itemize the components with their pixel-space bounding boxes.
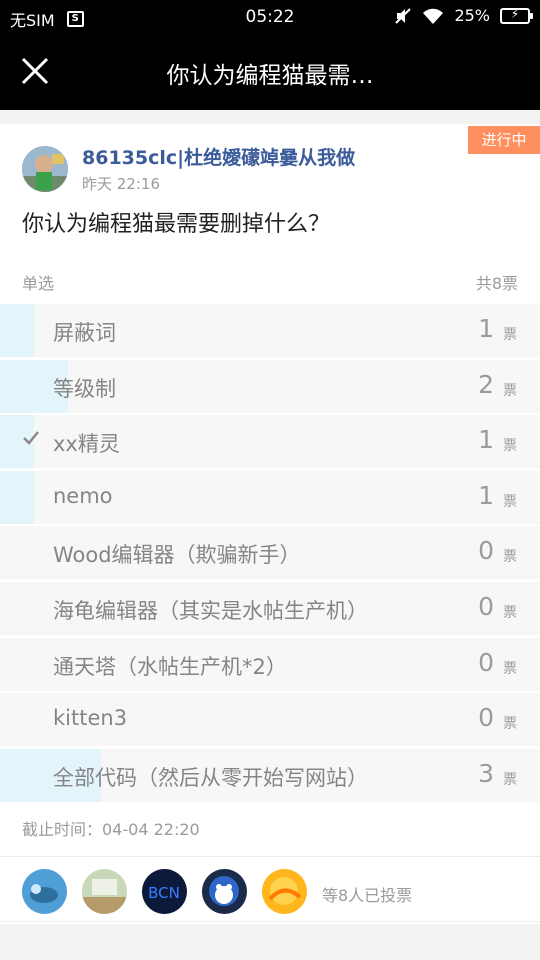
voter-avatar[interactable]	[262, 869, 307, 914]
option-label: xx精灵	[53, 432, 120, 457]
status-bar: 无SIM S 05:22 25% ⚡	[0, 0, 540, 36]
option-label: kitten3	[53, 706, 128, 731]
checkmark-icon	[23, 431, 39, 446]
poll-options: 屏蔽词 1 票等级制 2 票 xx精灵 1 票 nemo 1 票 Wood编辑器（欺骗新手） 0 票海龟编…	[0, 304, 540, 804]
option-label: Wood编辑器（欺骗新手）	[53, 543, 301, 568]
poll-option[interactable]: 等级制 2 票	[0, 359, 540, 413]
vote-share-bar	[0, 304, 34, 357]
divider	[0, 921, 540, 922]
option-vote-count: 1	[478, 425, 494, 455]
option-vote-count: 0	[478, 703, 494, 733]
deadline: 截止时间：04-04 22:20	[22, 820, 200, 839]
vote-unit: 票	[503, 382, 517, 399]
poll-option[interactable]: 通天塔（水帖生产机*2） 0 票	[0, 637, 540, 691]
poll-option[interactable]: 海龟编辑器（其实是水帖生产机） 0 票	[0, 581, 540, 635]
total-votes: 共8票	[475, 274, 518, 293]
nav-bar: 你认为编程猫最需…	[0, 36, 540, 110]
option-vote-count: 0	[478, 647, 494, 677]
mute-icon	[395, 7, 412, 24]
poll-option[interactable]: 屏蔽词 1 票	[0, 304, 540, 357]
poll-option[interactable]: Wood编辑器（欺骗新手） 0 票	[0, 526, 540, 580]
option-label: 屏蔽词	[53, 321, 116, 345]
author-avatar[interactable]	[22, 146, 68, 192]
voters-summary: 等8人已投票	[322, 886, 413, 905]
vote-unit: 票	[503, 438, 517, 455]
option-vote-count: 0	[478, 536, 494, 566]
voter-avatar[interactable]	[82, 869, 127, 914]
option-vote-count: 1	[478, 314, 494, 343]
close-icon[interactable]	[20, 56, 50, 86]
poll-option[interactable]: kitten3 0 票	[0, 693, 540, 747]
option-label: 通天塔（水帖生产机*2）	[53, 654, 287, 679]
voter-avatars[interactable]: BCN	[22, 869, 307, 914]
option-label: 海龟编辑器（其实是水帖生产机）	[53, 598, 368, 623]
battery-percent: 25%	[454, 6, 490, 25]
page-title: 你认为编程猫最需…	[166, 63, 374, 89]
option-vote-count: 1	[478, 480, 494, 510]
vote-unit: 票	[503, 493, 517, 510]
voter-avatar[interactable]	[202, 869, 247, 914]
vote-unit: 票	[503, 771, 517, 788]
vote-unit: 票	[503, 660, 517, 677]
vote-share-bar	[0, 470, 34, 524]
author-name[interactable]: 86135clc|杜绝嬡礞竨嘦从我做	[82, 143, 355, 170]
option-label: 等级制	[53, 376, 116, 401]
divider	[0, 856, 540, 857]
option-vote-count: 2	[478, 369, 494, 399]
option-vote-count: 0	[478, 591, 494, 621]
poll-type: 单选	[22, 274, 55, 293]
vote-unit: 票	[503, 327, 517, 343]
vote-unit: 票	[503, 604, 517, 621]
vote-unit: 票	[503, 549, 517, 566]
status-right: 25% ⚡	[394, 6, 533, 25]
status-badge: 进行中	[468, 126, 540, 154]
poll-card: 进行中 86135clc|杜绝嬡礞竨嘦从我做 昨天 22:16 你认为编程猫最需…	[0, 124, 540, 924]
poll-question: 你认为编程猫最需要删掉什么？	[22, 212, 331, 237]
voter-avatar[interactable]	[22, 869, 67, 914]
poll-option[interactable]: nemo 1 票	[0, 470, 540, 524]
post-time: 昨天 22:16	[82, 175, 160, 193]
wifi-icon	[423, 8, 444, 24]
option-vote-count: 3	[478, 758, 494, 788]
vote-unit: 票	[503, 716, 517, 733]
voter-avatar[interactable]: BCN	[142, 869, 187, 914]
battery-charging-icon: ⚡	[500, 7, 533, 24]
poll-option[interactable]: xx精灵 1 票	[0, 415, 540, 469]
poll-option[interactable]: 全部代码（然后从零开始写网站） 3 票	[0, 748, 540, 802]
svg-text:BCN: BCN	[148, 884, 180, 902]
option-label: 全部代码（然后从零开始写网站）	[53, 765, 368, 790]
option-label: nemo	[53, 483, 113, 508]
